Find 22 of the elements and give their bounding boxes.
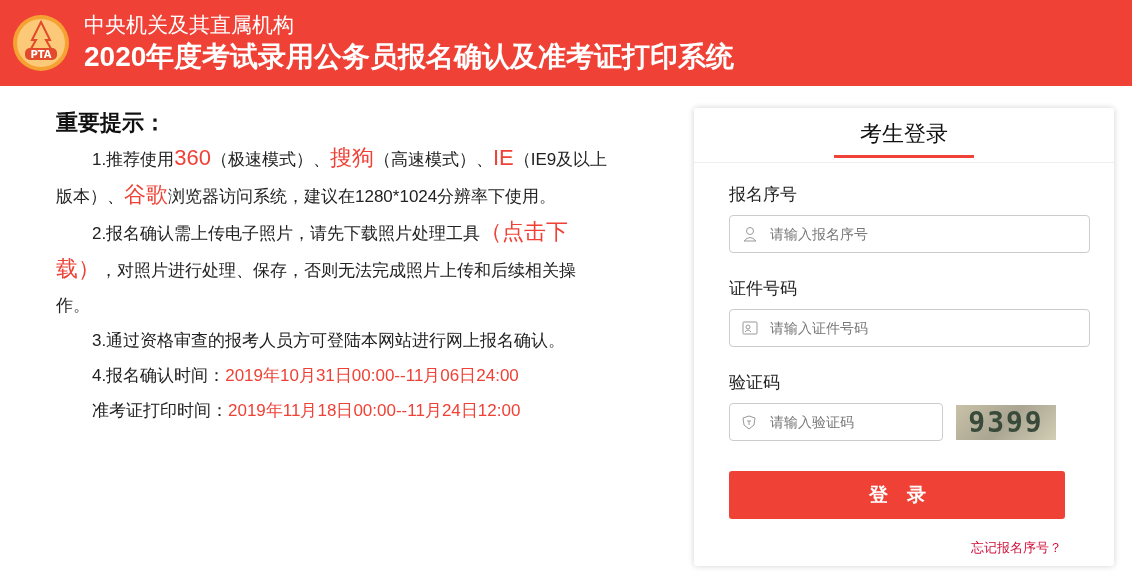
field-label: 验证码 (729, 372, 781, 394)
notice-paragraph: 4.报名确认时间：2019年10月31日00:00--11月06日24:00 (91, 365, 520, 387)
header-title: 2020年度考试录用公务员报名确认及准考证打印系统 (84, 40, 735, 74)
login-tab[interactable]: 考生登录 (834, 108, 974, 158)
logo: PTA (12, 14, 70, 72)
shield-icon (742, 414, 756, 430)
header-subtitle: 中央机关及其直属机构 (84, 12, 295, 38)
input-field[interactable]: 请输入报名序号 (729, 215, 1090, 253)
field-label: 证件号码 (729, 278, 798, 300)
input-field[interactable]: 请输入证件号码 (729, 309, 1090, 347)
notice-paragraph: 2.报名确认需上传电子照片，请先下载照片处理工具（点击下载），对照片进行处理、保存，否则无法完成照片上传和后续相关操作。 (56, 218, 577, 317)
notice-paragraph: 1.推荐使用360（极速模式）、搜狗（高速模式）、IE（IE9及以上版本）、谷歌浏览器访问系统，建议在1280*1024分辨率下使用。 (56, 144, 608, 209)
id-card-icon (742, 321, 758, 335)
notice-paragraph: 准考证打印时间：2019年11月18日00:00--11月24日12:00 (91, 400, 522, 422)
input-field[interactable]: 请输入验证码 (729, 403, 943, 441)
captcha-image[interactable]: 9399 (956, 404, 1056, 440)
notice-heading: 重要提示： (56, 109, 167, 137)
field-label: 报名序号 (729, 184, 798, 206)
person-icon (742, 226, 758, 242)
forgot-link[interactable]: 忘记报名序号？ (971, 539, 1062, 557)
notice-paragraph: 3.通过资格审查的报考人员方可登陆本网站进行网上报名确认。 (91, 330, 567, 352)
login-button[interactable]: 登 录 (729, 471, 1065, 519)
